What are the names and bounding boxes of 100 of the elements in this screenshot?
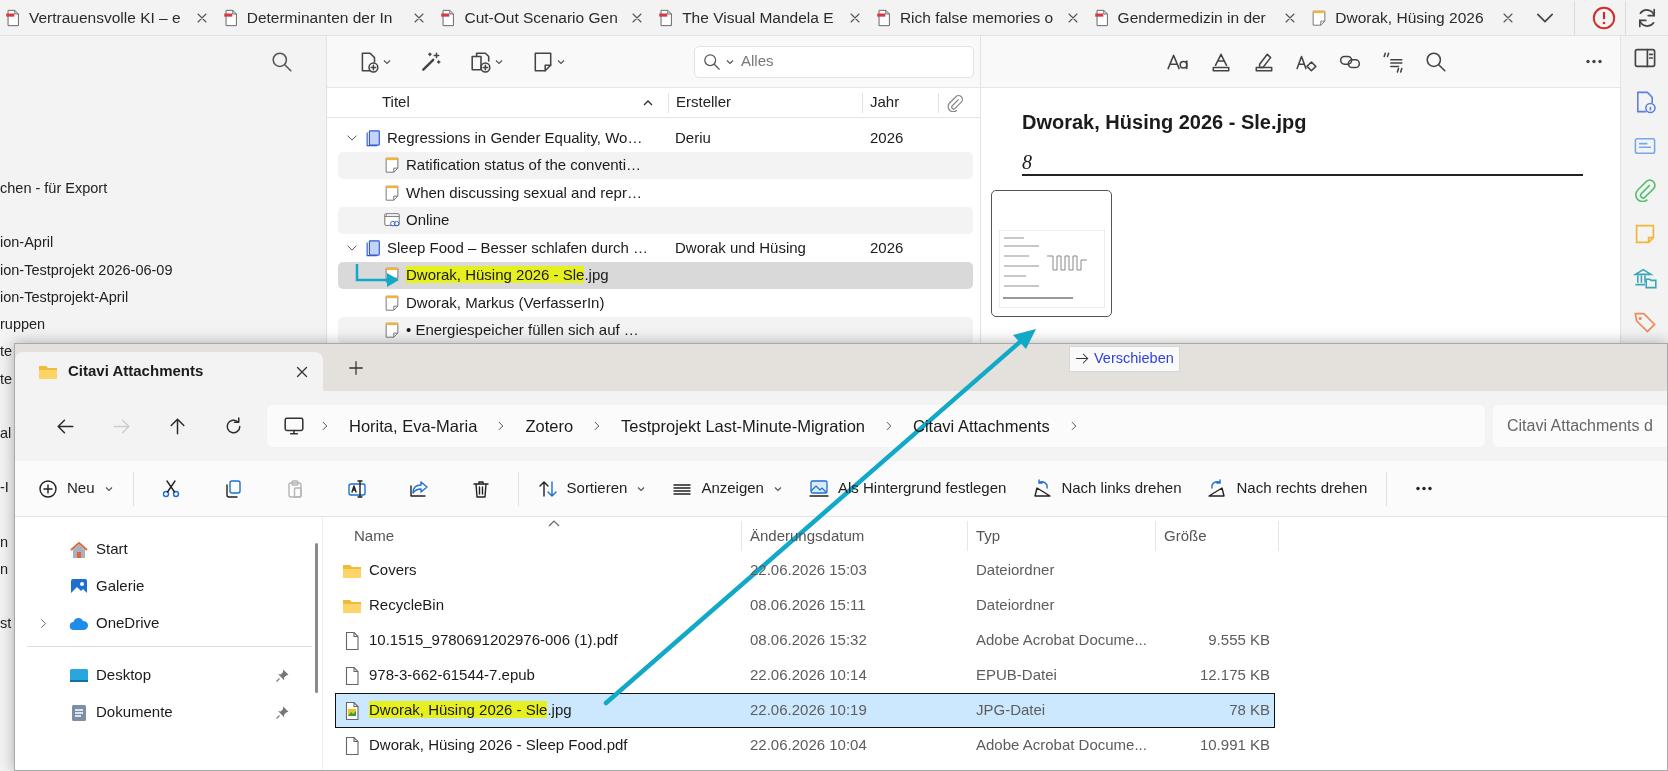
reference-row[interactable]: • Energiespeicher füllen sich auf …: [338, 316, 973, 344]
scrollbar-thumb[interactable]: [315, 543, 318, 693]
search-field[interactable]: Alles: [694, 45, 974, 78]
scissors-icon: [160, 478, 181, 499]
column-header[interactable]: Titel: [382, 91, 410, 114]
search-input[interactable]: Citavi Attachments d: [1505, 413, 1667, 439]
web-link-icon: [383, 211, 401, 230]
file-row[interactable]: 10.1515_9780691202976-006 (1).pdf 08.06.2026 15:32 Adobe Acrobat Docume... 9.555 KB: [335, 623, 1275, 658]
command-button[interactable]: Sortieren: [526, 470, 658, 507]
breadcrumb-item[interactable]: Testprojekt Last-Minute-Migration: [617, 411, 869, 441]
column-header[interactable]: Name: [354, 524, 394, 548]
search-icon: [1425, 50, 1447, 73]
sidebar-item[interactable]: st: [0, 610, 12, 638]
reference-row[interactable]: Sleep Food – Besser schlafen durch … Dworak und Hüsing 2026: [338, 234, 973, 262]
nav-pane-item[interactable]: Dokumente: [15, 694, 312, 731]
breadcrumb-item[interactable]: Zotero: [521, 411, 578, 441]
sidebar-item[interactable]: n: [0, 528, 9, 556]
nav-pane-item[interactable]: Desktop: [15, 657, 312, 694]
modified-date: 08.06.2026 15:11: [750, 596, 866, 614]
modified-date: 08.06.2026 15:32: [750, 631, 867, 649]
file-type: Dateiordner: [976, 596, 1055, 614]
sidebar-item[interactable]: -I: [0, 474, 9, 502]
tooltip-text: Verschieben: [1094, 349, 1174, 368]
sidebar-item[interactable]: ion-April: [0, 229, 54, 257]
document-tab[interactable]: Dworak, Hüsing 2026: [1306, 0, 1525, 35]
note-icon: [383, 293, 401, 312]
file-size: 9.555 KB: [1208, 631, 1270, 649]
breadcrumb-item[interactable]: Horita, Eva-Maria: [345, 411, 482, 441]
reference-row[interactable]: Dworak, Markus (VerfasserIn): [338, 289, 973, 317]
search-field[interactable]: Citavi Attachments d: [1493, 405, 1667, 447]
reference-title: When discussing sexual and repr…: [406, 182, 642, 203]
file-name: 10.1515_9780691202976-006 (1).pdf: [369, 630, 618, 651]
sort-caret-icon: [548, 519, 560, 527]
file-row[interactable]: Dworak, Hüsing 2026 - Sleep Food.pdf 22.06.2026 10:04 Adobe Acrobat Docume... 10.991 KB: [335, 728, 1275, 763]
creator-text: Dworak und Hüsing: [675, 238, 806, 256]
reference-row[interactable]: Ratification status of the conventi…: [338, 151, 973, 179]
sidebar-item[interactable]: ion-Testprojekt 2026-06-09: [0, 256, 173, 284]
gallery-icon: [69, 576, 89, 597]
command-button[interactable]: Anzeigen: [661, 470, 794, 507]
format-button[interactable]: [1382, 50, 1404, 73]
reference-row[interactable]: Online: [338, 206, 973, 234]
file-row[interactable]: Dworak, Hüsing 2026 - Sle.jpg 22.06.2026 10:19 JPG-Datei 78 KB: [335, 693, 1275, 728]
document-icon: [69, 702, 89, 723]
sidebar-item[interactable]: te: [0, 365, 13, 394]
search-input[interactable]: Alles: [739, 49, 939, 74]
document-tab[interactable]: Determinanten der In: [217, 0, 436, 35]
reference-title: • Energiespeicher füllen sich auf …: [406, 320, 639, 340]
document-tab[interactable]: Cut-Out Scenario Gen: [435, 0, 654, 35]
nav-pane-item[interactable]: OneDrive: [15, 605, 312, 642]
more-button[interactable]: [1584, 59, 1604, 64]
document-tab[interactable]: Rich false memories o: [870, 0, 1089, 35]
file-size: 10.991 KB: [1199, 736, 1270, 754]
pin-icon: [275, 705, 290, 720]
pdf-file-icon: [874, 8, 893, 27]
page-field[interactable]: 8: [1022, 144, 1583, 176]
column-header[interactable]: Größe: [1164, 524, 1207, 548]
nav-pane-item[interactable]: Start: [15, 531, 312, 568]
book-icon: [364, 238, 382, 257]
preview-title: Dworak, Hüsing 2026 - Sle.jpg: [1022, 110, 1308, 134]
column-header[interactable]: Typ: [976, 524, 1001, 548]
side-tab-button[interactable]: [1632, 266, 1657, 290]
document-tab[interactable]: Gendermedizin in der: [1088, 0, 1307, 35]
file-size: 12.175 KB: [1199, 666, 1270, 684]
file-name: 978-3-662-61544-7.epub: [369, 665, 535, 686]
command-button[interactable]: Nach rechts drehen: [1196, 470, 1379, 507]
file-row[interactable]: 978-3-662-61544-7.epub 22.06.2026 10:14 EPUB-Datei 12.175 KB: [335, 658, 1275, 693]
file-type: JPG-Datei: [976, 701, 1046, 719]
search-icon: [703, 52, 721, 71]
reference-title: Sleep Food – Besser schlafen durch …: [387, 237, 648, 258]
command-button[interactable]: Nach links drehen: [1021, 470, 1193, 507]
sidebar-item[interactable]: ion-Testprojekt-April: [0, 283, 129, 312]
book-icon: [364, 128, 382, 147]
rotate-left-icon: [1032, 478, 1053, 499]
more-icon: [1584, 59, 1604, 64]
document-tab[interactable]: Vertrauensvolle KI – e: [0, 0, 218, 35]
sidebar-item[interactable]: te: [0, 338, 13, 366]
image-thumbnail[interactable]: [991, 190, 1112, 317]
command-button[interactable]: Neu: [27, 470, 125, 507]
sidebar-item[interactable]: al: [0, 420, 12, 448]
picture-icon: [808, 478, 829, 499]
reference-row[interactable]: When discussing sexual and repr…: [338, 179, 973, 207]
column-header[interactable]: Ersteller: [676, 91, 731, 114]
file-type: Adobe Acrobat Docume...: [976, 736, 1147, 754]
column-header[interactable]: Jahr: [870, 91, 900, 114]
format-button[interactable]: [1425, 50, 1447, 73]
year-text: 2026: [870, 238, 904, 256]
documents-plus-icon: [470, 50, 492, 73]
reference-row[interactable]: Dworak, Hüsing 2026 - Sle.jpg: [338, 261, 973, 289]
document-tab[interactable]: The Visual Mandela E: [653, 0, 871, 35]
window-tab[interactable]: Citavi Attachments: [15, 352, 323, 391]
pin-icon: [275, 668, 290, 683]
reference-row[interactable]: Regressions in Gender Equality, Wo… Deriu 2026: [338, 124, 973, 152]
sidebar-item[interactable]: ruppen: [0, 311, 46, 339]
sidebar-item[interactable]: n: [0, 555, 9, 584]
nav-pane-item[interactable]: Galerie: [15, 568, 312, 605]
file-type: EPUB-Datei: [976, 666, 1057, 684]
file-row[interactable]: RecycleBin 08.06.2026 15:11 Dateiordner: [335, 588, 1275, 623]
sidebar-item[interactable]: chen - für Export: [0, 175, 108, 203]
pdf-file-icon: [4, 8, 22, 27]
quote-icon: [1382, 50, 1404, 73]
